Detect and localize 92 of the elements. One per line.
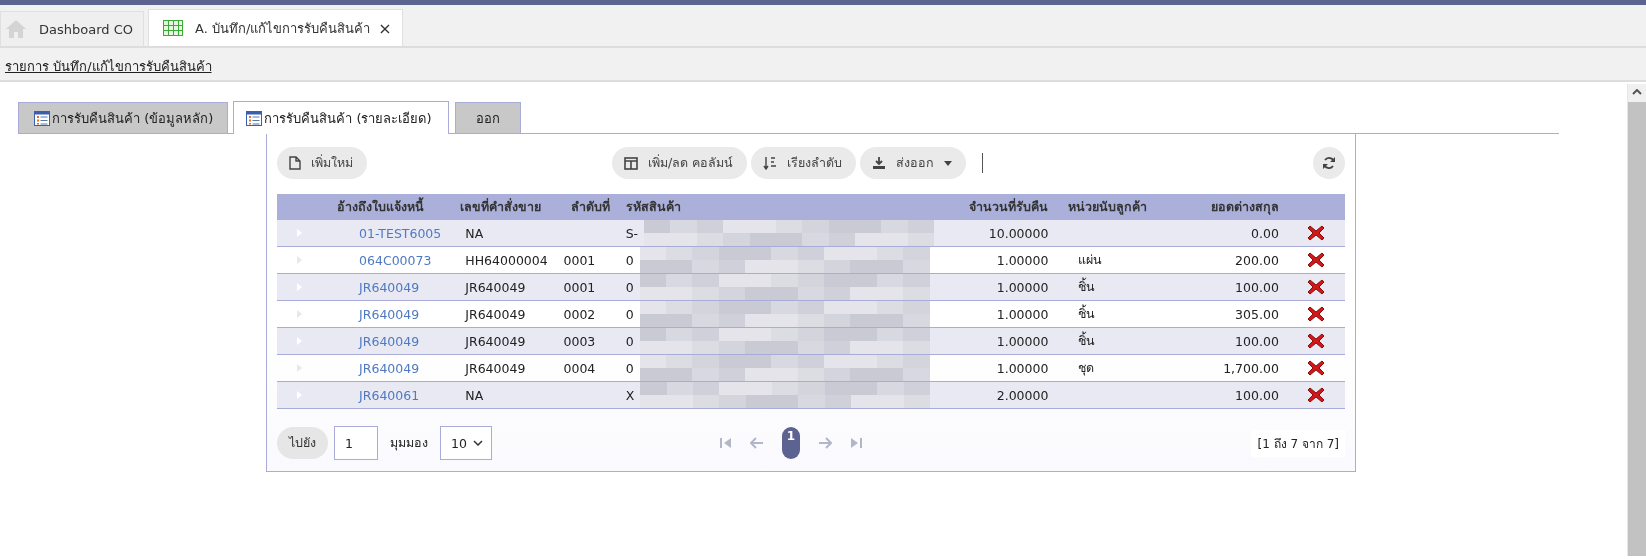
go-to-button[interactable]: ไปยัง	[277, 427, 328, 459]
delete-icon[interactable]	[1306, 360, 1325, 376]
invoice-link[interactable]: JR640049	[359, 360, 420, 376]
table-cell: ชิ้น	[1052, 273, 1163, 301]
table-cell: JR640049	[441, 354, 560, 382]
table-cell: JR640049	[441, 300, 560, 328]
sort-icon	[763, 156, 778, 170]
view-label: มุมมอง	[390, 434, 428, 453]
table-cell: ชิ้น	[1052, 327, 1163, 355]
breadcrumb-link[interactable]: รายการ บันทึก/แก้ไขการรับคืนสินค้า	[5, 56, 212, 77]
table-cell: ชุด	[1052, 354, 1163, 382]
table-cell: 0001	[559, 273, 622, 301]
table-cell: 0	[625, 333, 634, 349]
first-page-icon[interactable]	[720, 437, 732, 449]
delete-icon[interactable]	[1306, 387, 1325, 403]
scrollbar[interactable]	[1627, 84, 1646, 556]
sort-button[interactable]: เรียงลำดับ	[751, 147, 857, 179]
column-header: ยอดต่างสกุล	[1162, 194, 1283, 220]
grid-icon	[163, 20, 183, 36]
add-button[interactable]: เพิ่มใหม่	[277, 147, 367, 179]
table-cell: 1.00000	[952, 327, 1053, 355]
table-cell: 0	[625, 360, 634, 376]
table-cell: HH64000004	[441, 246, 560, 274]
column-header: เลขที่คำสั่งขาย	[441, 194, 560, 220]
document-tab[interactable]: A. บันทึก/แก้ไขการรับคืนสินค้า ×	[148, 9, 403, 46]
column-header: รหัสสินค้า	[621, 194, 953, 220]
table-cell: X	[625, 387, 635, 403]
caret-icon	[944, 160, 953, 166]
page-input[interactable]: 1	[334, 426, 378, 460]
table-cell: JR640049	[441, 273, 560, 301]
list-icon	[246, 110, 263, 126]
table-cell: S-	[625, 225, 639, 241]
delete-icon[interactable]	[1306, 306, 1325, 322]
table-cell: 0004	[559, 354, 622, 382]
list-icon	[34, 110, 50, 126]
last-page-icon[interactable]	[850, 437, 862, 449]
column-header: อ้างถึงใบแจ้งหนี้	[319, 194, 442, 220]
column-header: ลำดับที่	[559, 194, 622, 220]
table-cell: 2.00000	[952, 381, 1053, 409]
refresh-icon	[1322, 156, 1336, 170]
table-cell: NA	[441, 220, 560, 247]
download-icon	[872, 156, 887, 170]
table-cell: 0003	[559, 327, 622, 355]
table-cell: 10.00000	[952, 220, 1053, 247]
table-cell: 100.00	[1162, 327, 1283, 355]
table-cell: 100.00	[1162, 381, 1283, 409]
table-cell: NA	[441, 381, 560, 409]
home-icon	[5, 19, 27, 39]
table-cell: 100.00	[1162, 273, 1283, 301]
table-cell: ชิ้น	[1052, 300, 1163, 328]
table-cell: 0	[625, 279, 634, 295]
file-icon	[289, 156, 301, 170]
page-tab[interactable]: การรับคืนสินค้า (ข้อมูลหลัก)	[18, 102, 229, 133]
column-header: จำนวนที่รับคืน	[952, 194, 1053, 220]
table-cell: 305.00	[1162, 300, 1283, 328]
page-tab[interactable]: ออก	[454, 102, 521, 133]
export-button[interactable]: ส่งออก	[860, 147, 967, 179]
column-header: หน่วยนับลูกค้า	[1052, 194, 1163, 220]
delete-icon[interactable]	[1306, 225, 1325, 241]
invoice-link[interactable]: JR640049	[359, 306, 420, 322]
delete-icon[interactable]	[1306, 333, 1325, 349]
previous-page-icon[interactable]	[750, 437, 764, 449]
table-cell: 0	[625, 306, 634, 322]
table-cell: JR640049	[441, 327, 560, 355]
columns-icon	[624, 156, 638, 170]
invoice-link[interactable]: 064C00073	[359, 252, 432, 268]
expand-arrow-icon[interactable]	[297, 310, 302, 318]
table-cell: 200.00	[1162, 246, 1283, 274]
table-cell: 0002	[559, 300, 622, 328]
table-cell: 1.00000	[952, 273, 1053, 301]
document-tab[interactable]: Dashboard CO	[0, 11, 144, 46]
table-cell: 1,700.00	[1162, 354, 1283, 382]
table-cell: 0.00	[1162, 220, 1283, 247]
delete-icon[interactable]	[1306, 252, 1325, 268]
columns-button[interactable]: เพิ่ม/ลด คอลัมน์	[612, 147, 748, 179]
current-page-button[interactable]: 1	[782, 427, 800, 459]
delete-icon[interactable]	[1306, 279, 1325, 295]
next-page-icon[interactable]	[818, 437, 832, 449]
expand-arrow-icon[interactable]	[297, 256, 302, 264]
record-summary: [1 ถึง 7 จาก 7]	[1251, 429, 1345, 457]
table-cell: 0001	[559, 246, 622, 274]
table-cell: 1.00000	[952, 300, 1053, 328]
table-cell: 1.00000	[952, 354, 1053, 382]
page-tab[interactable]: การรับคืนสินค้า (รายละเอียด)	[233, 101, 449, 134]
expand-arrow-icon[interactable]	[297, 364, 302, 372]
table-cell: 1.00000	[952, 246, 1053, 274]
table-cell: แผ่น	[1052, 246, 1163, 274]
refresh-button[interactable]	[1313, 147, 1345, 179]
table-cell: 0	[625, 252, 634, 268]
chevron-down-icon	[473, 440, 483, 446]
close-button[interactable]: ×	[378, 18, 392, 38]
page-size-select[interactable]: 10	[440, 426, 492, 460]
